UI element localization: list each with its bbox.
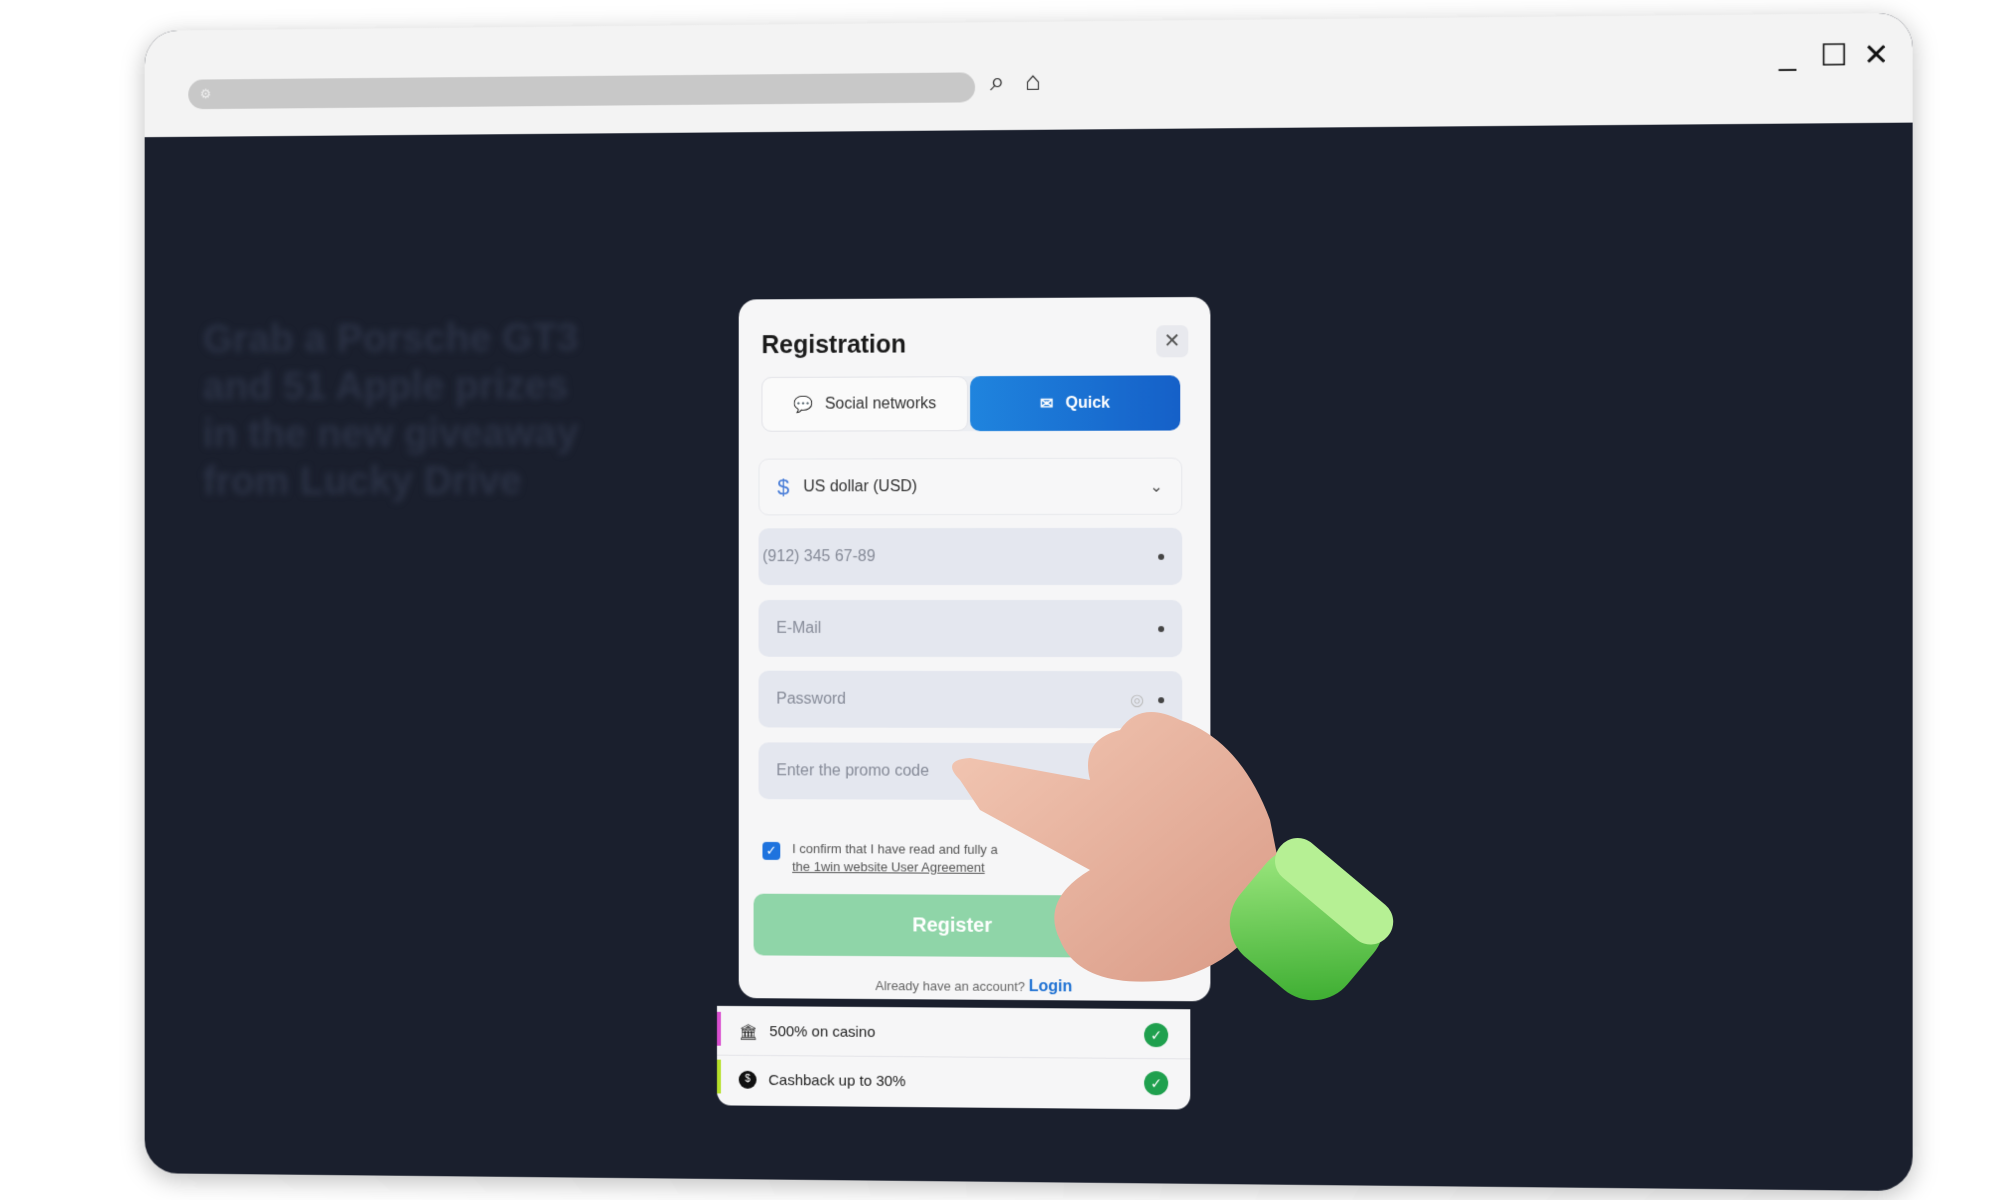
tab-social-networks[interactable]: 💬 Social networks (761, 376, 969, 432)
browser-toolbar: ⚙ ⌕ ⌂ _ ☐ ✕ (144, 12, 1913, 138)
dollar-icon: $ (777, 474, 790, 499)
email-input[interactable]: E-Mail (758, 599, 1183, 658)
cashback-icon: $ (738, 1070, 757, 1089)
check-badge-icon: ✓ (1144, 1071, 1169, 1096)
background-headline: Grab a Porsche GT3 and 51 Apple prizes i… (202, 316, 579, 504)
currency-select[interactable]: $ US dollar (USD) ⌄ (758, 457, 1183, 516)
chat-bubbles-icon: 💬 (793, 396, 813, 414)
maximize-icon[interactable]: ☐ (1820, 38, 1848, 74)
settings-icon[interactable]: ⚙ (200, 86, 216, 102)
home-icon[interactable]: ⌂ (1025, 66, 1041, 97)
phone-input[interactable]: (912) 345 67-89 (758, 527, 1183, 586)
search-icon[interactable]: ⌕ (990, 66, 1005, 98)
modal-title: Registration (761, 330, 907, 360)
agreement-checkbox[interactable]: ✓ (762, 841, 781, 860)
pointing-hand-illustration (952, 712, 1394, 1001)
required-dot (1158, 625, 1165, 632)
bonus-item: $ Cashback up to 30% ✓ (716, 1056, 1190, 1108)
close-icon[interactable]: ✕ (1156, 325, 1189, 358)
minimize-icon[interactable]: _ (1779, 38, 1796, 73)
chevron-down-icon: ⌄ (1149, 478, 1164, 496)
tab-quick[interactable]: ✉ Quick (970, 375, 1181, 432)
registration-tabs: 💬 Social networks ✉ Quick (761, 375, 1181, 432)
close-window-icon[interactable]: ✕ (1863, 38, 1889, 74)
required-dot (1158, 553, 1165, 560)
address-bar[interactable]: ⚙ (188, 72, 976, 110)
casino-icon: 🏛 (738, 1023, 758, 1041)
envelope-icon: ✉ (1040, 395, 1054, 413)
